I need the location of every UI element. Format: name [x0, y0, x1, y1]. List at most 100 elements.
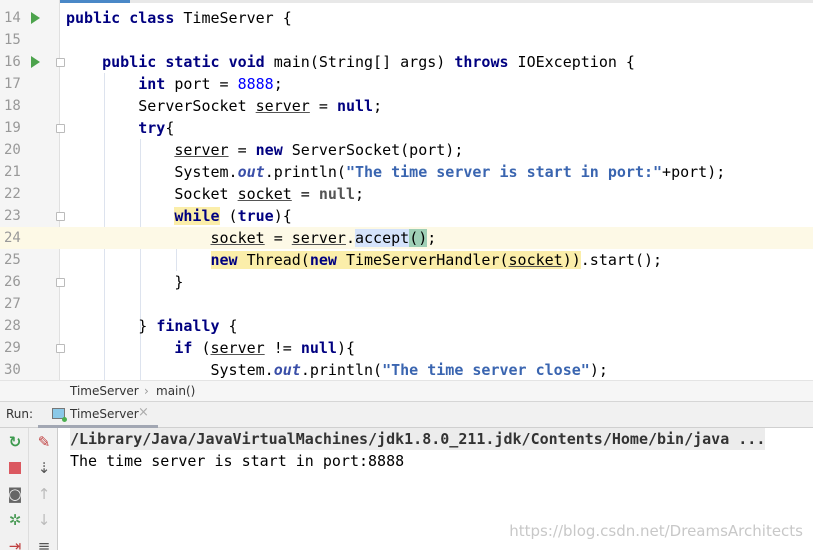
code-line[interactable]: 24 socket = server.accept();	[0, 227, 813, 249]
code-editor[interactable]: 14 public class TimeServer { 15 16 public s…	[0, 0, 813, 380]
code-token: =	[309, 97, 337, 115]
code-line[interactable]: 20 server = new ServerSocket(port);	[0, 139, 813, 161]
code-token: new	[309, 251, 337, 269]
code-text: try{	[66, 117, 174, 139]
code-token: (	[192, 339, 211, 357]
line-number: 18	[4, 98, 21, 114]
code-token: null	[300, 339, 337, 357]
close-tab-icon[interactable]: ×	[138, 405, 149, 420]
code-text: } finally {	[66, 315, 238, 337]
code-token: ;	[373, 97, 383, 115]
run-panel-header: Run: TimeServer ×	[0, 402, 813, 428]
code-token: server	[174, 141, 229, 159]
code-text: System.out.println("The time server is s…	[66, 161, 725, 183]
code-token: ;	[273, 75, 283, 93]
run-tab-label: TimeServer	[70, 407, 139, 421]
code-token: +port);	[662, 163, 726, 181]
code-line[interactable]: 16 public static void main(String[] args…	[0, 51, 813, 73]
rerun-icon[interactable]: ↻	[6, 433, 24, 451]
code-token: System.	[66, 361, 274, 379]
fold-icon[interactable]	[56, 58, 65, 67]
code-text: while (true){	[66, 205, 292, 227]
code-token: TimeServer {	[174, 9, 292, 27]
code-text: public static void main(String[] args) t…	[66, 51, 635, 73]
run-toolbar-secondary: ✎ ⇣ ↑ ↓ ≡	[29, 428, 58, 555]
code-token: null	[318, 185, 355, 203]
code-token: =	[291, 185, 319, 203]
camera-icon[interactable]: ◙	[6, 485, 24, 503]
line-number: 30	[4, 362, 21, 378]
code-token: ))	[562, 251, 581, 269]
code-line[interactable]: 14 public class TimeServer {	[0, 7, 813, 29]
code-line[interactable]: 17 int port = 8888;	[0, 73, 813, 95]
code-line[interactable]: 22 Socket socket = null;	[0, 183, 813, 205]
code-token: {	[219, 317, 238, 335]
line-number: 15	[4, 32, 21, 48]
code-token: while	[174, 207, 220, 225]
code-token: System.	[66, 163, 238, 181]
code-token: accept	[355, 229, 410, 247]
down-arrow-icon[interactable]: ↓	[35, 511, 53, 529]
code-token: new	[255, 141, 283, 159]
stop-icon[interactable]	[6, 459, 24, 477]
code-line[interactable]: 30 System.out.println("The time server c…	[0, 359, 813, 380]
sort-icon[interactable]: ⇣	[35, 459, 53, 477]
code-text: ServerSocket server = null;	[66, 95, 382, 117]
code-line[interactable]: 15	[0, 29, 813, 51]
code-token: server	[291, 229, 346, 247]
code-line[interactable]: 26 }	[0, 271, 813, 293]
fold-icon[interactable]	[56, 212, 65, 221]
code-line[interactable]: 28 } finally {	[0, 315, 813, 337]
run-tab-timeserver[interactable]: TimeServer ×	[38, 402, 158, 428]
fold-icon[interactable]	[56, 278, 65, 287]
code-line[interactable]: 29 if (server != null){	[0, 337, 813, 359]
run-gutter-icon[interactable]	[31, 12, 40, 24]
code-token: !=	[264, 339, 301, 357]
fold-icon[interactable]	[56, 124, 65, 133]
code-token: (	[219, 207, 238, 225]
editor-tab-strip	[0, 0, 813, 3]
code-token: finally	[156, 317, 220, 335]
code-text: System.out.println("The time server clos…	[66, 359, 607, 380]
code-token: public	[102, 53, 157, 71]
code-text: server = new ServerSocket(port);	[66, 139, 463, 161]
line-number: 17	[4, 76, 21, 92]
line-number: 28	[4, 318, 21, 334]
code-token: =	[228, 141, 256, 159]
code-token: "The time server is start in port:"	[345, 163, 663, 181]
code-line[interactable]: 18 ServerSocket server = null;	[0, 95, 813, 117]
run-label: Run:	[6, 407, 34, 421]
debug-icon[interactable]: ✲	[6, 511, 24, 529]
soft-wrap-icon[interactable]: ≡	[35, 537, 53, 555]
code-token: if	[174, 339, 193, 357]
run-gutter-icon[interactable]	[31, 56, 40, 68]
clear-icon[interactable]: ✎	[35, 433, 53, 451]
code-token: TimeServerHandler(	[336, 251, 509, 269]
line-number: 14	[4, 10, 21, 26]
code-token: Socket	[66, 185, 238, 203]
code-token: null	[336, 97, 374, 115]
code-text: public class TimeServer {	[66, 7, 292, 29]
breadcrumb-class[interactable]: TimeServer	[70, 381, 139, 401]
code-line[interactable]: 27	[0, 293, 813, 315]
code-line[interactable]: 21 System.out.println("The time server i…	[0, 161, 813, 183]
code-token: server	[210, 339, 265, 357]
line-number: 23	[4, 208, 21, 224]
code-token: out	[237, 163, 265, 181]
code-line[interactable]: 19 try{	[0, 117, 813, 139]
fold-icon[interactable]	[56, 344, 65, 353]
code-line[interactable]: 23 while (true){	[0, 205, 813, 227]
code-token: out	[273, 361, 301, 379]
line-number: 25	[4, 252, 21, 268]
code-token: {	[165, 119, 175, 137]
restore-layout-icon[interactable]: ⇥	[6, 537, 24, 555]
code-line[interactable]: 25 new Thread(new TimeServerHandler(sock…	[0, 249, 813, 271]
code-token: try	[138, 119, 166, 137]
breadcrumb-method[interactable]: main()	[156, 381, 195, 401]
up-arrow-icon[interactable]: ↑	[35, 485, 53, 503]
